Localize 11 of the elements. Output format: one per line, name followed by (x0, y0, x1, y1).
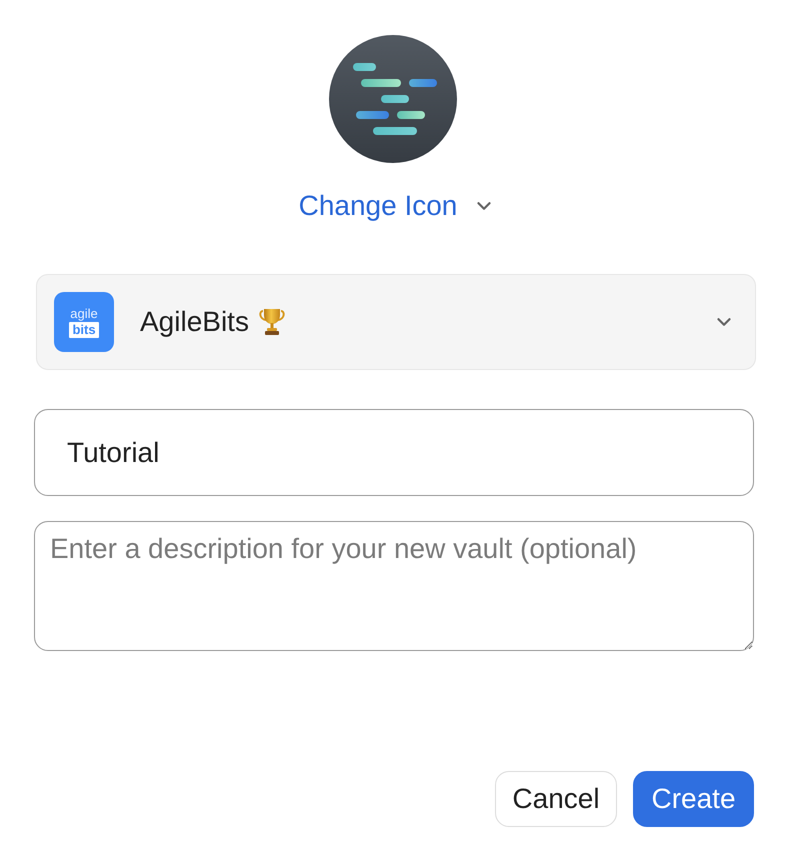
create-button[interactable]: Create (633, 771, 754, 827)
trophy-icon (258, 308, 285, 336)
change-icon-link[interactable]: Change Icon (298, 189, 458, 223)
app-icon (329, 35, 457, 163)
vault-name-field[interactable]: Tutorial (34, 409, 754, 496)
account-select[interactable]: agile bits AgileBits (36, 274, 756, 370)
logo-text: bits (69, 322, 99, 338)
cancel-button[interactable]: Cancel (495, 771, 617, 827)
account-name: AgileBits (140, 305, 249, 339)
description-field[interactable]: Enter a description for your new vault (optional) (34, 521, 754, 651)
logo-text: agile (70, 306, 98, 320)
